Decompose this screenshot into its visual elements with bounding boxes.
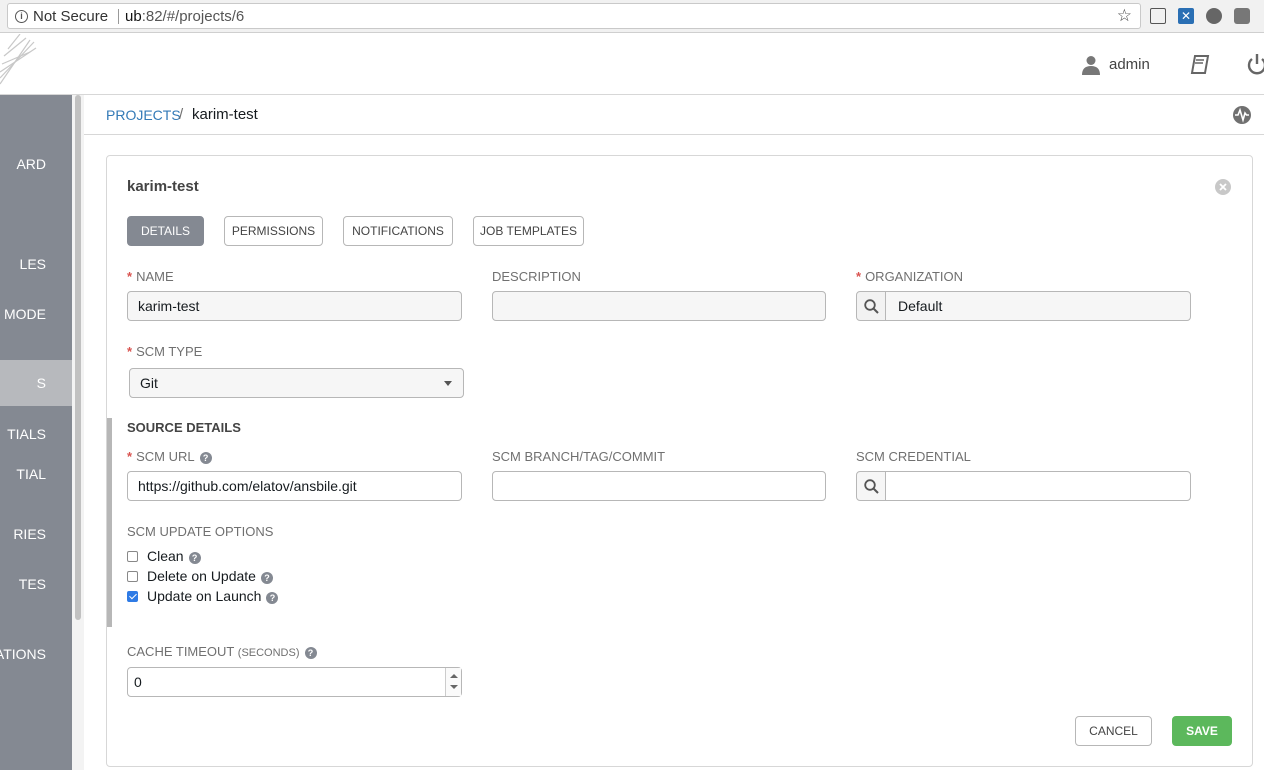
search-icon	[864, 299, 879, 314]
info-icon[interactable]: i	[15, 10, 28, 23]
extension-icon[interactable]: ✕	[1178, 8, 1194, 24]
cache-timeout-input[interactable]: 0	[127, 667, 462, 697]
organization-input[interactable]: Default	[885, 291, 1191, 321]
sidebar-item-projects[interactable]: S	[0, 360, 72, 406]
update-on-launch-label: Update on Launch	[147, 588, 262, 604]
help-icon[interactable]: ?	[266, 592, 279, 604]
breadcrumb-current: karim-test	[192, 106, 258, 123]
cast-icon[interactable]	[1150, 8, 1166, 24]
logout-power-icon[interactable]	[1246, 53, 1264, 77]
sidebar-item-inventory-scripts[interactable]: TES	[0, 561, 72, 607]
source-details-title: SOURCE DETAILS	[127, 420, 241, 435]
url-text[interactable]: ub:82/#/projects/6	[125, 8, 244, 25]
close-icon[interactable]	[1214, 178, 1232, 196]
scm-url-input[interactable]: https://github.com/elatov/ansbile.git	[127, 471, 462, 501]
tab-job-templates[interactable]: JOB TEMPLATES	[473, 216, 584, 246]
sidebar: ARD LES MODE S TIALS TIAL RIES TES ATION…	[0, 95, 72, 770]
scm-type-label: * SCM TYPE	[127, 344, 203, 359]
panel-title: karim-test	[127, 178, 199, 195]
username-link[interactable]: admin	[1109, 56, 1150, 73]
app-header: admin	[0, 34, 1264, 95]
help-icon[interactable]: ?	[260, 572, 273, 584]
logo-icon[interactable]	[0, 34, 40, 89]
sidebar-scrollbar[interactable]	[72, 95, 84, 770]
sidebar-item-organizations[interactable]: ATIONS	[0, 631, 72, 677]
search-icon	[864, 479, 879, 494]
clean-label: Clean	[147, 548, 184, 564]
browser-toolbar: i Not Secure ub:82/#/projects/6 ☆ ✕	[0, 0, 1264, 33]
help-icon[interactable]: ?	[199, 452, 212, 464]
cache-timeout-label: CACHE TIMEOUT (SECONDS)?	[127, 644, 317, 659]
sidebar-item-templates[interactable]: LES	[0, 241, 72, 287]
help-icon[interactable]: ?	[188, 552, 201, 564]
delete-on-update-checkbox[interactable]	[127, 571, 138, 582]
description-label: DESCRIPTION	[492, 269, 581, 284]
extension-note-icon[interactable]	[1234, 8, 1250, 24]
scm-branch-label: SCM BRANCH/TAG/COMMIT	[492, 449, 666, 464]
clean-checkbox[interactable]	[127, 551, 138, 562]
organization-label: * ORGANIZATION	[856, 269, 964, 284]
name-label: * NAME	[127, 269, 174, 284]
help-icon[interactable]: ?	[304, 647, 317, 659]
sidebar-item-dashboard[interactable]: ARD	[0, 141, 72, 187]
tab-notifications[interactable]: NOTIFICATIONS	[343, 216, 453, 246]
scm-credential-label: SCM CREDENTIAL	[856, 449, 971, 464]
breadcrumb-projects-link[interactable]: PROJECTS	[106, 107, 181, 123]
name-input[interactable]: karim-test	[127, 291, 462, 321]
address-separator	[118, 9, 119, 24]
delete-on-update-label: Delete on Update	[147, 568, 256, 584]
scm-url-label: * SCM URL?	[127, 449, 212, 464]
project-edit-panel: karim-test DETAILS PERMISSIONS NOTIFICAT…	[106, 155, 1253, 767]
cache-timeout-value: 0	[134, 674, 142, 690]
scm-type-value: Git	[140, 375, 158, 391]
security-label: Not Secure	[33, 8, 109, 25]
organization-lookup-button[interactable]	[856, 291, 886, 321]
sidebar-item-portal-mode[interactable]: MODE	[0, 291, 72, 337]
scm-credential-lookup-button[interactable]	[856, 471, 886, 501]
scm-branch-input[interactable]	[492, 471, 826, 501]
activity-stream-icon[interactable]	[1232, 105, 1252, 125]
scm-credential-input[interactable]	[885, 471, 1191, 501]
tab-details[interactable]: DETAILS	[127, 216, 204, 246]
sidebar-scrollbar-thumb[interactable]	[75, 95, 81, 620]
description-input[interactable]	[492, 291, 826, 321]
scm-type-select[interactable]: Git	[129, 368, 464, 398]
extension-globe-icon[interactable]	[1206, 8, 1222, 24]
cancel-button[interactable]: CANCEL	[1075, 716, 1152, 746]
user-icon[interactable]	[1081, 55, 1101, 75]
sidebar-item-credential-types[interactable]: TIAL	[0, 451, 72, 497]
source-details-bar	[107, 418, 112, 627]
sidebar-item-inventories[interactable]: RIES	[0, 511, 72, 557]
breadcrumb: PROJECTS / karim-test	[84, 95, 1264, 135]
save-button[interactable]: SAVE	[1172, 716, 1232, 746]
breadcrumb-separator: /	[179, 106, 184, 123]
number-stepper[interactable]	[445, 668, 461, 696]
bookmark-star-icon[interactable]: ☆	[1117, 6, 1132, 26]
address-bar[interactable]: i Not Secure ub:82/#/projects/6 ☆	[7, 3, 1141, 29]
documentation-book-icon[interactable]	[1189, 54, 1211, 76]
scm-update-options-label: SCM UPDATE OPTIONS	[127, 524, 274, 539]
chevron-down-icon	[444, 381, 452, 386]
tab-permissions[interactable]: PERMISSIONS	[224, 216, 323, 246]
update-on-launch-checkbox[interactable]	[127, 591, 138, 602]
